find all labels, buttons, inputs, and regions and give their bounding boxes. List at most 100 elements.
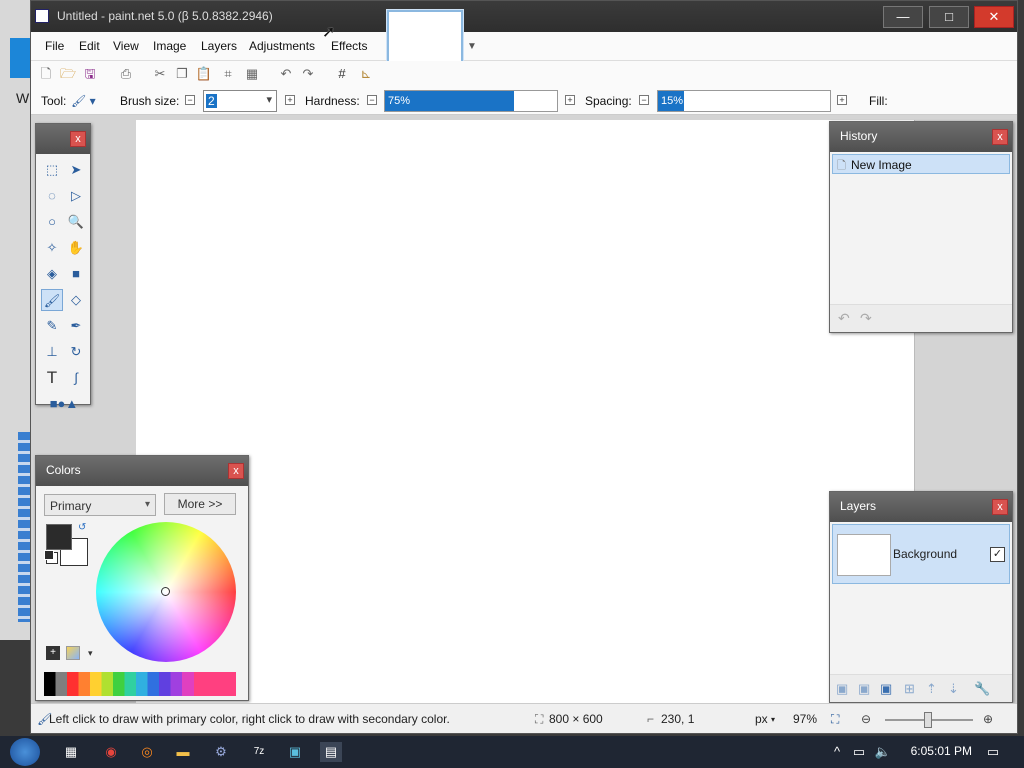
- merge-layer-down-icon[interactable]: ⊞: [904, 681, 915, 697]
- volume-icon[interactable]: 🔈: [872, 742, 894, 762]
- menu-effects[interactable]: Effects: [331, 39, 367, 53]
- lasso-select-tool-icon[interactable]: ◌: [41, 185, 63, 207]
- menu-adjustments[interactable]: Adjustments: [249, 39, 315, 53]
- menu-file[interactable]: File: [45, 39, 64, 53]
- spacing-decrease-button[interactable]: −: [639, 95, 649, 105]
- history-undo-icon[interactable]: ↶: [838, 310, 850, 327]
- units-chevron-down-icon[interactable]: ▾: [771, 715, 775, 724]
- gradient-tool-icon[interactable]: ■: [65, 263, 87, 285]
- shapes-tool-icon[interactable]: ■●▲: [41, 393, 87, 415]
- move-selection-tool-icon[interactable]: ▷: [65, 185, 87, 207]
- menu-image[interactable]: Image: [153, 39, 186, 53]
- chrome-icon[interactable]: ◉: [100, 742, 122, 762]
- pan-tool-icon[interactable]: ✋: [65, 237, 87, 259]
- task-view-icon[interactable]: ▦: [60, 742, 82, 762]
- zoom-to-window-icon[interactable]: ⛶: [831, 712, 839, 727]
- cut-icon[interactable]: ✂: [151, 65, 169, 83]
- spacing-increase-button[interactable]: +: [837, 95, 847, 105]
- recolor-tool-icon[interactable]: ↻: [65, 341, 87, 363]
- hardness-increase-button[interactable]: +: [565, 95, 575, 105]
- color-wheel-cursor[interactable]: [161, 587, 170, 596]
- reset-colors-icon[interactable]: [44, 550, 54, 560]
- settings-app-icon[interactable]: ⚙: [210, 742, 232, 762]
- zoom-tool-icon[interactable]: 🔍: [65, 211, 87, 233]
- zoom-slider-thumb[interactable]: [924, 712, 932, 728]
- brush-size-combobox[interactable]: 2 ▾: [203, 90, 277, 112]
- rectangle-select-tool-icon[interactable]: ⬚: [41, 159, 63, 181]
- add-to-palette-icon[interactable]: +: [46, 646, 60, 660]
- close-button[interactable]: ✕: [974, 6, 1014, 28]
- primary-color-swatch[interactable]: [46, 524, 72, 550]
- menu-edit[interactable]: Edit: [79, 39, 100, 53]
- move-selected-pixels-tool-icon[interactable]: ➤: [65, 159, 87, 181]
- layer-row[interactable]: Background ✓: [832, 524, 1010, 584]
- history-redo-icon[interactable]: ↷: [860, 310, 872, 327]
- delete-layer-icon[interactable]: ▣: [858, 681, 870, 697]
- network-icon[interactable]: ▭: [848, 742, 870, 762]
- pencil-tool-icon[interactable]: ✎: [41, 315, 63, 337]
- crop-icon[interactable]: ⌗: [219, 65, 237, 83]
- eraser-tool-icon[interactable]: ◇: [65, 289, 87, 311]
- colors-panel-close-button[interactable]: x: [228, 463, 244, 479]
- taskbar-clock[interactable]: 6:05:01 PM: [911, 744, 972, 758]
- paintbrush-tool-icon[interactable]: 🖌: [41, 289, 63, 311]
- layers-panel-close-button[interactable]: x: [992, 499, 1008, 515]
- duplicate-layer-icon[interactable]: ▣: [880, 681, 892, 697]
- notifications-icon[interactable]: ▭: [982, 742, 1004, 762]
- palette-menu-icon[interactable]: [66, 646, 80, 660]
- zoom-level[interactable]: 97%: [793, 712, 817, 726]
- zoom-in-icon[interactable]: ⊕: [983, 712, 993, 726]
- clone-stamp-tool-icon[interactable]: ⊥: [41, 341, 63, 363]
- colors-panel-titlebar[interactable]: Colors x: [36, 456, 248, 486]
- layer-visibility-checkbox[interactable]: ✓: [990, 547, 1005, 562]
- magic-wand-tool-icon[interactable]: ✧: [41, 237, 63, 259]
- ellipse-select-tool-icon[interactable]: ○: [41, 211, 63, 233]
- paintnet-taskbar-icon[interactable]: ▤: [320, 742, 342, 762]
- tools-panel-close-button[interactable]: x: [70, 131, 86, 147]
- 7zip-icon[interactable]: 7z: [248, 742, 270, 762]
- title-bar[interactable]: Untitled - paint.net 5.0 (β 5.0.8382.294…: [31, 1, 1017, 32]
- save-icon[interactable]: 🖫: [81, 65, 99, 83]
- move-layer-up-icon[interactable]: ⇡: [926, 681, 937, 697]
- swap-colors-icon[interactable]: ↺: [78, 522, 86, 533]
- grid-icon[interactable]: #: [333, 65, 351, 83]
- paintbrush-tool-icon[interactable]: 🖌 ▾: [71, 94, 96, 108]
- remote-app-icon[interactable]: ▣: [284, 742, 306, 762]
- brush-size-decrease-button[interactable]: −: [185, 95, 195, 105]
- undo-icon[interactable]: ↶: [277, 65, 295, 83]
- open-folder-icon[interactable]: 🗁: [59, 65, 77, 83]
- color-palette-strip[interactable]: [44, 672, 236, 696]
- units-selector[interactable]: px: [755, 712, 768, 726]
- move-layer-down-icon[interactable]: ⇣: [948, 681, 959, 697]
- paint-bucket-tool-icon[interactable]: ◈: [41, 263, 63, 285]
- text-tool-icon[interactable]: T: [41, 367, 63, 389]
- image-canvas[interactable]: [136, 120, 914, 703]
- show-hidden-icons-icon[interactable]: ^: [826, 742, 848, 762]
- maximize-button[interactable]: □: [929, 6, 969, 28]
- add-layer-icon[interactable]: ▣: [836, 681, 848, 697]
- spacing-slider[interactable]: 15%: [657, 90, 831, 112]
- copy-icon[interactable]: ❐: [173, 65, 191, 83]
- new-file-icon[interactable]: 🗋: [37, 65, 55, 83]
- minimize-button[interactable]: —: [883, 6, 923, 28]
- file-explorer-icon[interactable]: ▬: [172, 742, 194, 762]
- brush-size-increase-button[interactable]: +: [285, 95, 295, 105]
- image-list-chevron-down-icon[interactable]: ▼: [467, 41, 477, 52]
- redo-icon[interactable]: ↷: [299, 65, 317, 83]
- zoom-out-icon[interactable]: ⊖: [861, 712, 871, 726]
- hardness-slider[interactable]: 75%: [384, 90, 558, 112]
- firefox-icon[interactable]: ◎: [136, 742, 158, 762]
- hardness-decrease-button[interactable]: −: [367, 95, 377, 105]
- history-panel-close-button[interactable]: x: [992, 129, 1008, 145]
- ruler-icon[interactable]: ⊾: [357, 65, 375, 83]
- layer-properties-icon[interactable]: 🔧: [974, 681, 990, 697]
- line-curve-tool-icon[interactable]: ∫: [65, 367, 87, 389]
- menu-layers[interactable]: Layers: [201, 39, 237, 53]
- color-picker-tool-icon[interactable]: ✒: [65, 315, 87, 337]
- deselect-icon[interactable]: ▦: [243, 65, 261, 83]
- color-target-select[interactable]: Primary ▾: [44, 494, 156, 516]
- history-panel-titlebar[interactable]: History x: [830, 122, 1012, 152]
- more-colors-button[interactable]: More >>: [164, 493, 236, 515]
- layers-panel-titlebar[interactable]: Layers x: [830, 492, 1012, 522]
- history-item[interactable]: 🗋 New Image: [832, 154, 1010, 174]
